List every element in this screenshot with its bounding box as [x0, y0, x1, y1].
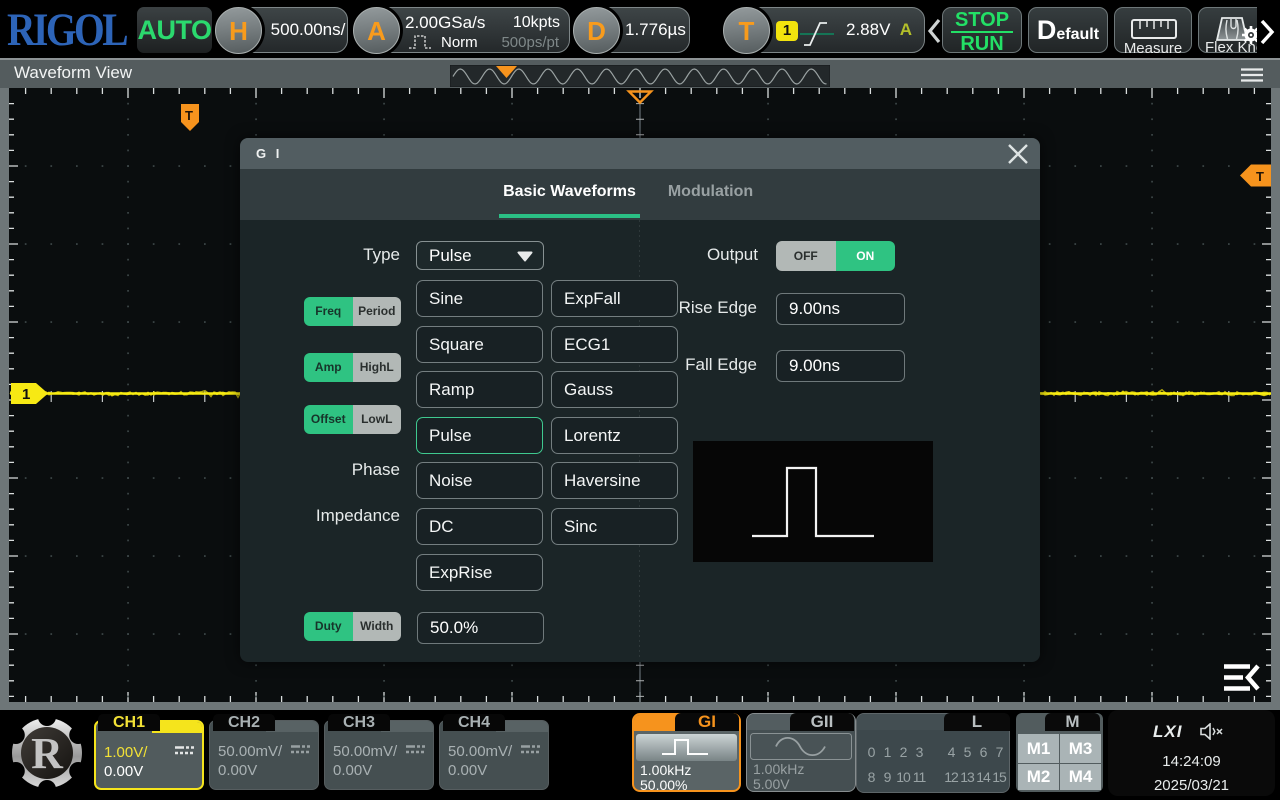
svg-text:T: T [185, 108, 193, 123]
svg-text:1: 1 [22, 386, 30, 403]
svg-text:T: T [1256, 169, 1264, 184]
svg-text:R: R [31, 729, 64, 778]
